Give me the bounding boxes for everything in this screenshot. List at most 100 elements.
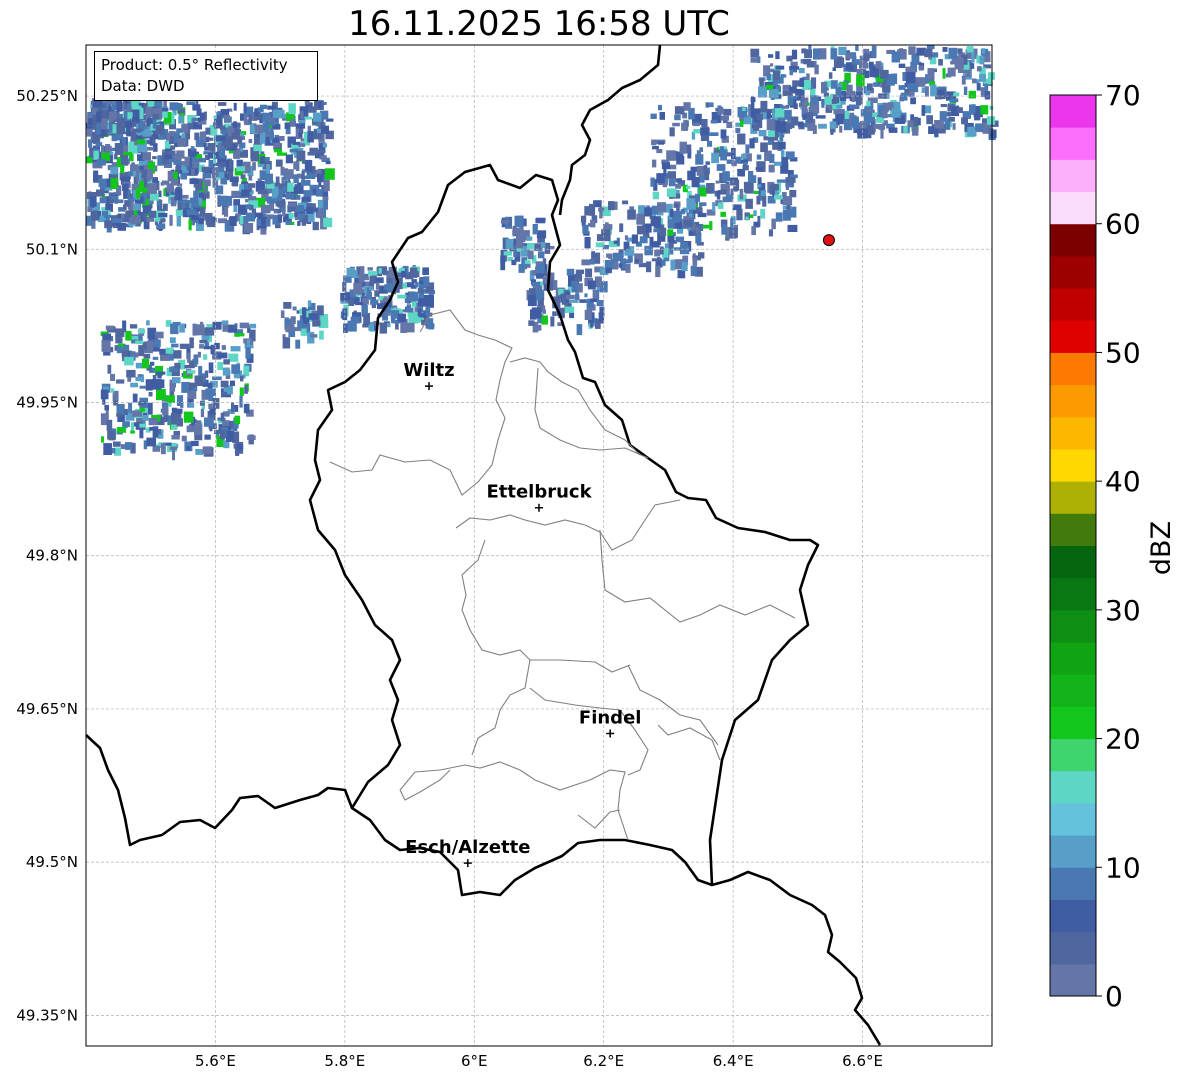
echo-cell — [912, 127, 919, 136]
echo-cell — [293, 174, 299, 184]
echo-cell — [576, 324, 583, 336]
echo-cell — [199, 340, 207, 344]
echo-cell — [512, 230, 520, 236]
echo-cell — [190, 146, 195, 151]
echo-cell — [564, 306, 575, 313]
echo-cell — [368, 271, 378, 276]
echo-cell — [798, 68, 805, 74]
echo-cell — [750, 57, 758, 63]
echo-cell — [566, 294, 575, 300]
echo-cell — [603, 224, 613, 230]
echo-cell — [980, 105, 989, 115]
city-findel: Findel — [579, 707, 641, 738]
echo-cell — [625, 259, 632, 264]
echo-cell — [230, 346, 241, 352]
echo-cell — [839, 125, 843, 133]
echo-cell — [163, 415, 169, 422]
echo-cell — [181, 381, 190, 393]
echo-cell — [693, 129, 700, 134]
echo-cell — [276, 196, 283, 201]
echo-cell — [695, 154, 704, 165]
echo-cell — [191, 169, 195, 176]
echo-cell — [716, 191, 721, 200]
echo-cell — [138, 160, 148, 165]
echo-cell — [526, 236, 533, 241]
echo-cell — [891, 73, 898, 84]
echo-cell — [172, 448, 175, 461]
echo-cell — [636, 213, 645, 225]
echo-cell — [758, 130, 767, 137]
echo-cell — [729, 227, 738, 238]
echo-cell — [171, 407, 177, 414]
echo-cell — [287, 182, 294, 192]
echo-cell — [146, 169, 154, 180]
lon-tick-label: 6°E — [461, 1052, 488, 1070]
echo-cell — [791, 116, 799, 126]
echo-cell — [782, 91, 793, 96]
echo-cell — [306, 323, 311, 334]
lon-tick-label: 5.8°E — [324, 1052, 365, 1070]
echo-cell — [199, 400, 205, 406]
echo-cell — [601, 229, 611, 242]
echo-cell — [783, 109, 792, 120]
echo-cell — [880, 69, 889, 79]
echo-cell — [669, 209, 674, 217]
colorbar-swatch — [1050, 577, 1096, 611]
echo-cell — [241, 136, 245, 141]
echo-cell — [110, 196, 119, 200]
echo-cell — [533, 324, 542, 331]
echo-cell — [191, 215, 199, 221]
echo-cell — [659, 227, 667, 237]
echo-cell — [208, 160, 213, 168]
echo-cell — [375, 277, 384, 284]
echo-cell — [110, 178, 118, 189]
lat-tick-label: 49.8°N — [26, 547, 78, 565]
echo-cell — [152, 113, 160, 120]
echo-cell — [698, 252, 705, 259]
echo-cell — [171, 435, 180, 440]
echo-cell — [778, 141, 786, 150]
echo-cell — [100, 118, 108, 130]
echo-cell — [192, 104, 201, 111]
echo-cell — [237, 444, 244, 451]
echo-cell — [657, 141, 664, 145]
echo-cell — [295, 205, 304, 212]
echo-cell — [102, 386, 109, 390]
echo-cell — [122, 152, 132, 156]
echo-cell — [846, 84, 853, 97]
echo-cell — [544, 271, 548, 277]
echo-cell — [511, 259, 517, 266]
echo-cell — [153, 339, 161, 348]
echo-cell — [204, 417, 214, 427]
echo-cell — [222, 367, 230, 376]
echo-cell — [220, 109, 230, 116]
echo-cell — [254, 125, 264, 134]
echo-cell — [940, 104, 947, 108]
echo-cell — [823, 87, 829, 91]
echo-cell — [219, 125, 226, 130]
echo-cell — [760, 100, 768, 113]
echo-cell — [182, 128, 189, 133]
echo-cell — [829, 121, 837, 129]
echo-cell — [122, 421, 130, 427]
echo-cell — [732, 204, 742, 211]
echo-cell — [122, 183, 129, 191]
echo-cell — [186, 445, 191, 451]
echo-cell — [115, 199, 124, 204]
echo-cell — [277, 203, 284, 208]
echo-cell — [417, 308, 422, 317]
echo-cell — [961, 117, 968, 125]
echo-cell — [782, 209, 791, 221]
echo-cell — [661, 260, 666, 266]
echo-cell — [407, 312, 414, 317]
echo-cell — [284, 319, 291, 326]
echo-cell — [589, 258, 595, 265]
echo-cell — [527, 243, 534, 250]
echo-cell — [362, 305, 368, 315]
echo-cell — [725, 194, 733, 202]
echo-cell — [302, 307, 307, 319]
echo-cell — [304, 116, 312, 120]
echo-cell — [297, 213, 306, 219]
echo-cell — [659, 112, 665, 120]
colorbar-swatch — [1050, 352, 1096, 386]
